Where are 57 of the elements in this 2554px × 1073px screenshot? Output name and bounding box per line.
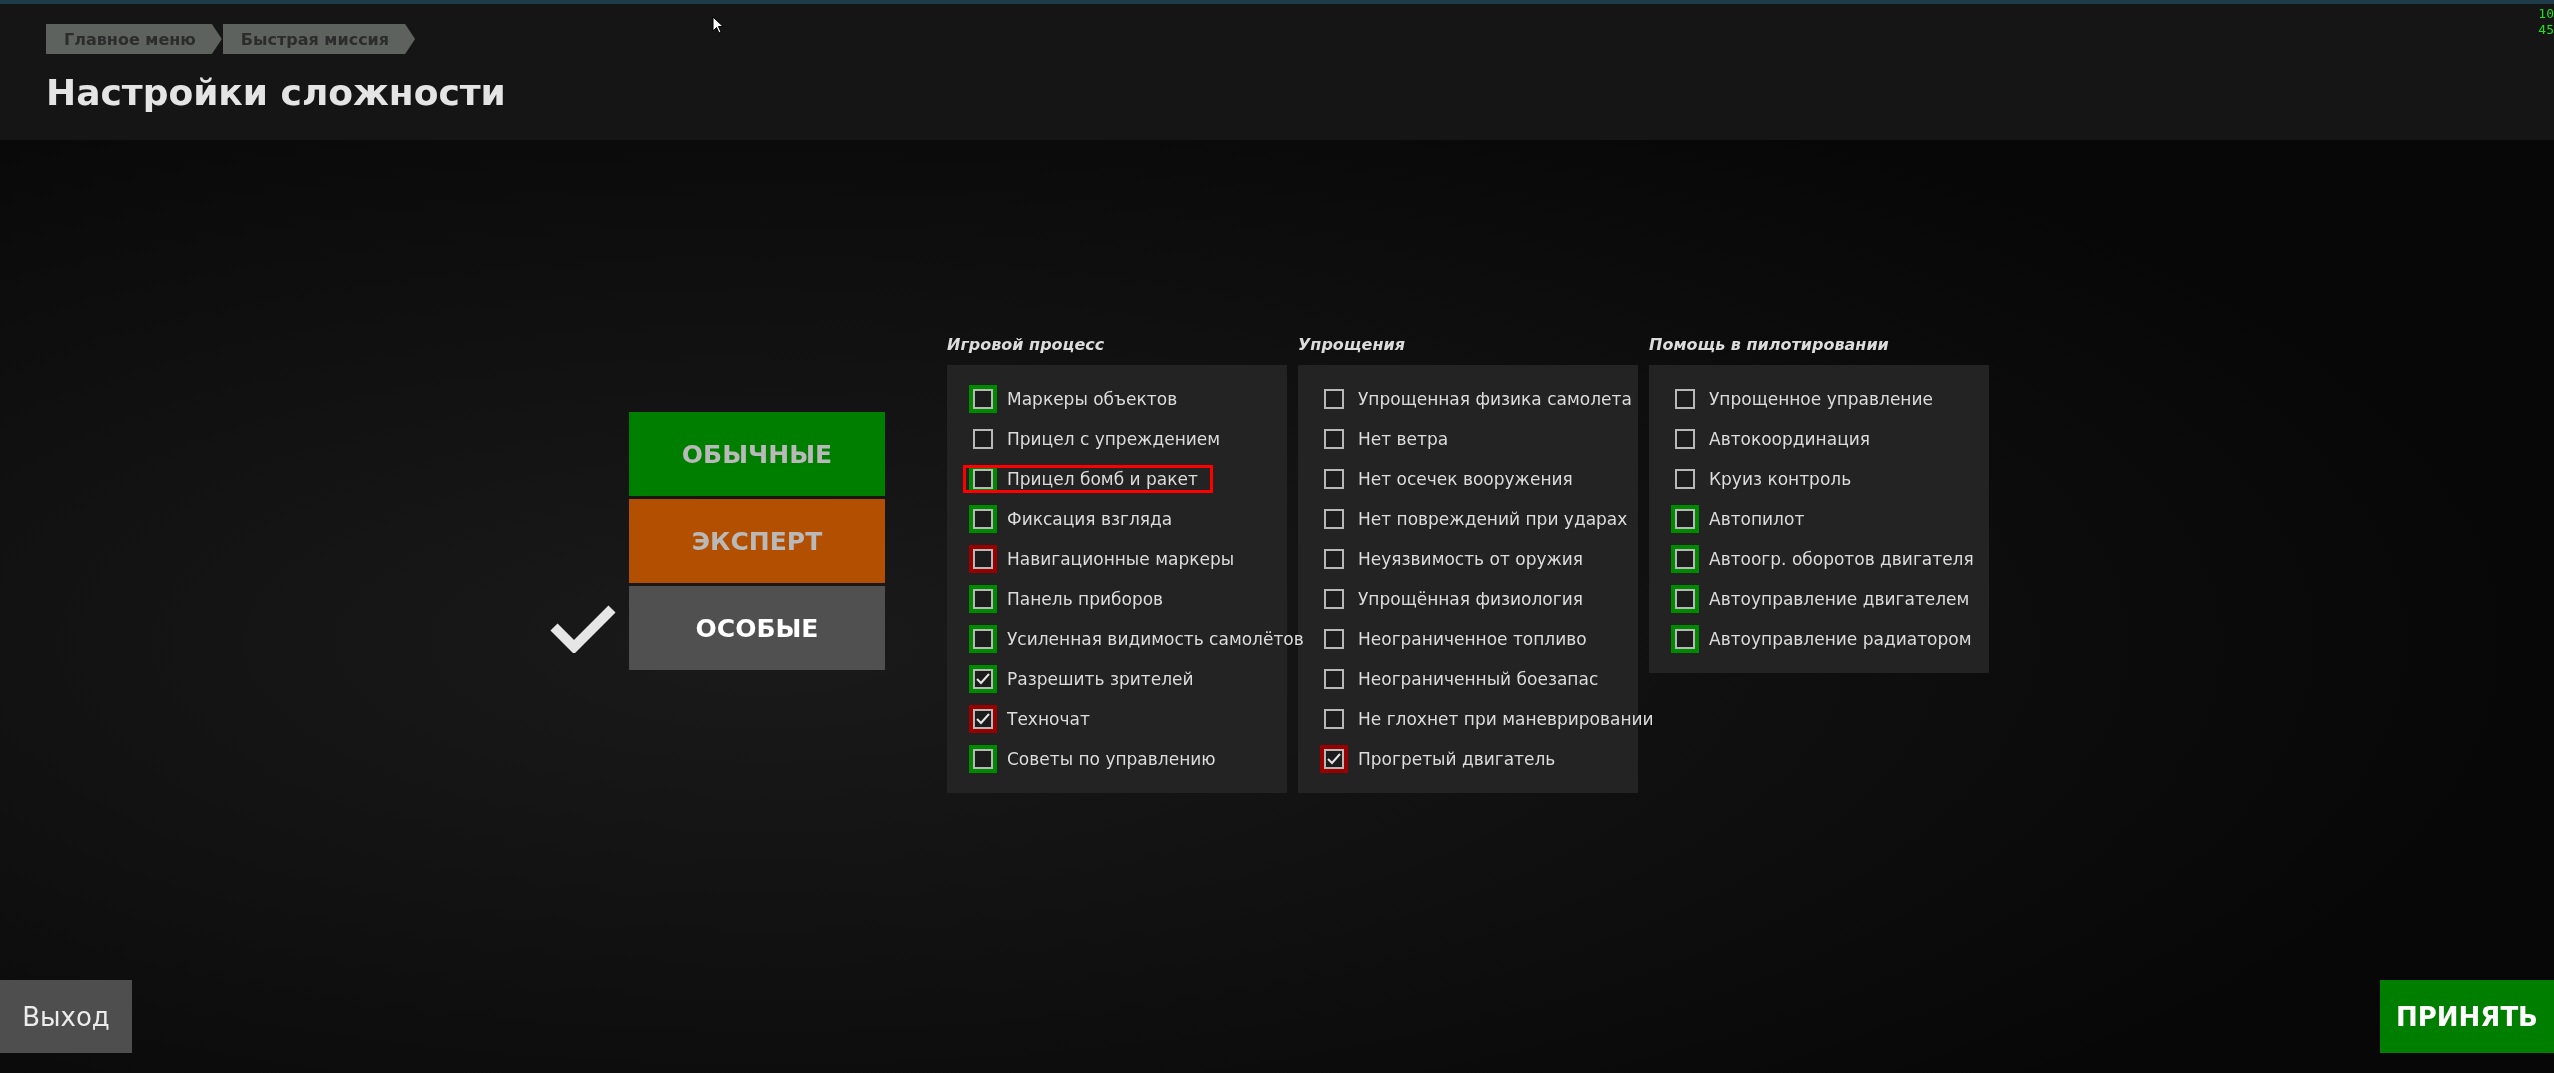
option-label: Неограниченный боезапас [1358,669,1599,689]
checkbox[interactable] [969,585,997,613]
option-label: Не глохнет при маневрировании [1358,709,1654,729]
accept-button[interactable]: ПРИНЯТЬ [2380,980,2554,1053]
checkbox[interactable] [969,385,997,413]
option-label: Советы по управлению [1007,749,1216,769]
option-label: Прицел бомб и ракет [1007,469,1198,489]
fps-counter: 45 [2538,22,2554,38]
option-label: Техночат [1007,709,1090,729]
option-label: Упрощенное управление [1709,389,1933,409]
checkbox[interactable] [1320,745,1348,773]
option-label: Нет ветра [1358,429,1449,449]
option-label: Автоогр. оборотов двигателя [1709,549,1974,569]
option-label: Автоуправление двигателем [1709,589,1970,609]
option-label: Навигационные маркеры [1007,549,1235,569]
checkbox[interactable] [969,705,997,733]
option-label: Автопилот [1709,509,1805,529]
option-label: Разрешить зрителей [1007,669,1194,689]
checkbox[interactable] [1671,585,1699,613]
option-label: Прогретый двигатель [1358,749,1556,769]
option-label: Автоуправление радиатором [1709,629,1972,649]
group-title: Игровой процесс [947,335,1106,355]
checkbox[interactable] [969,545,997,573]
checkbox[interactable] [969,625,997,653]
difficulty-preset-button[interactable]: ОСОБЫЕ [629,586,885,670]
option-label: Упрощённая физиология [1358,589,1583,609]
option-label: Усиленная видимость самолётов [1007,629,1304,649]
checkmark-icon [550,603,616,653]
mouse-cursor-icon [712,16,724,34]
checkbox[interactable] [969,505,997,533]
group-title: Упрощения [1298,335,1406,355]
check-icon [976,713,990,725]
page-title: Настройки сложности [46,72,507,113]
option-label: Маркеры объектов [1007,389,1178,409]
option-label: Неограниченное топливо [1358,629,1587,649]
checkbox[interactable] [1671,625,1699,653]
group-title: Помощь в пилотировании [1649,335,1890,355]
difficulty-preset-button[interactable]: ЭКСПЕРТ [629,499,885,583]
option-label: Фиксация взгляда [1007,509,1173,529]
checkbox[interactable] [1671,505,1699,533]
option-label: Прицел с упреждением [1007,429,1221,449]
option-label: Нет повреждений при ударах [1358,509,1628,529]
option-label: Круиз контроль [1709,469,1852,489]
option-label: Автокоординация [1709,429,1870,449]
option-label: Неуязвимость от оружия [1358,549,1584,569]
checkbox[interactable] [969,465,997,493]
option-label: Нет осечек вооружения [1358,469,1573,489]
checkbox[interactable] [969,745,997,773]
option-label: Упрощенная физика самолета [1358,389,1632,409]
option-label: Панель приборов [1007,589,1164,609]
checkbox[interactable] [969,665,997,693]
fps-counter: 10 [2538,6,2554,22]
exit-button[interactable]: Выход [0,980,132,1053]
checkbox[interactable] [1671,545,1699,573]
difficulty-preset-button[interactable]: ОБЫЧНЫЕ [629,412,885,496]
check-icon [1327,753,1341,765]
check-icon [976,673,990,685]
